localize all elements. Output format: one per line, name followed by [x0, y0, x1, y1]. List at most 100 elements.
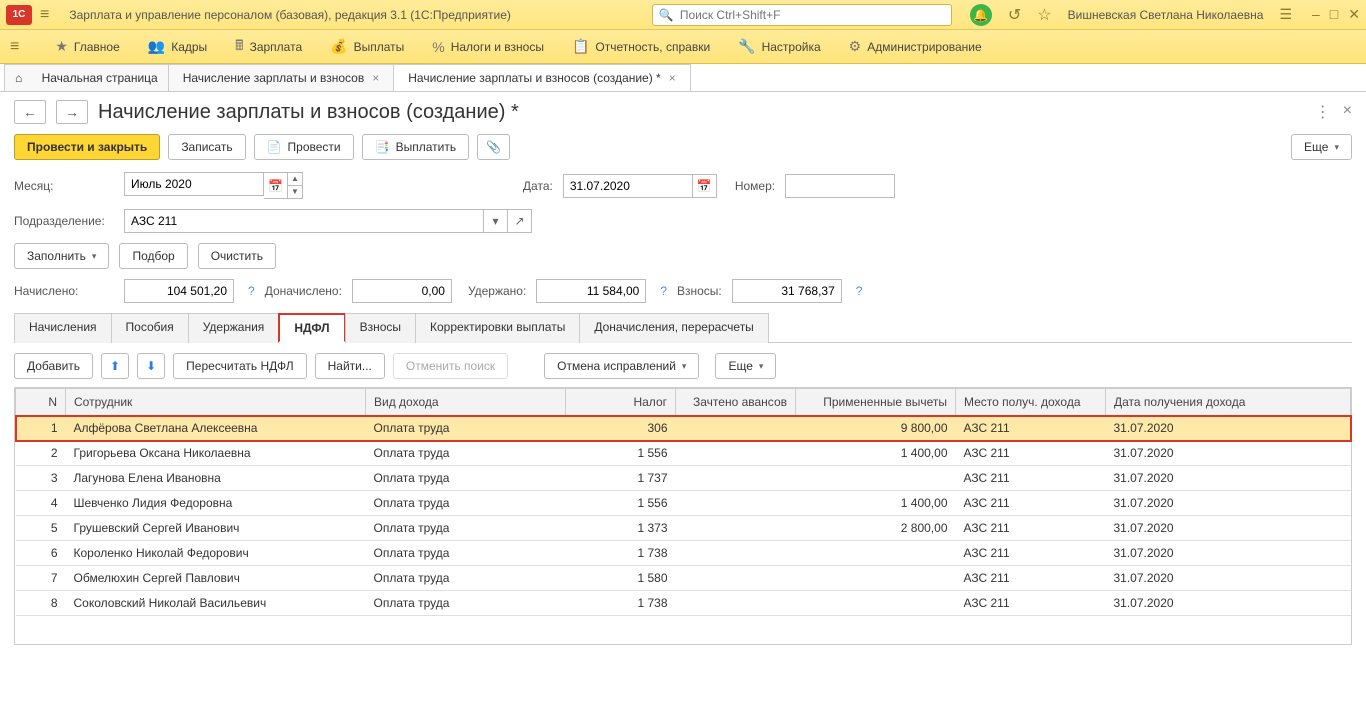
open-ref-icon[interactable]: ↗ [508, 209, 532, 233]
help-icon[interactable]: ? [248, 284, 255, 298]
tab-ndfl[interactable]: НДФЛ [278, 313, 345, 343]
tab-pay-corrections[interactable]: Корректировки выплаты [415, 313, 580, 343]
tab-deductions[interactable]: Удержания [188, 313, 280, 343]
month-stepper[interactable]: ▲▼ [288, 172, 303, 199]
doc-title: Начисление зарплаты и взносов (создание)… [98, 101, 1305, 124]
number-input[interactable] [785, 174, 895, 198]
more-menu-icon[interactable]: ⋮ [1315, 102, 1331, 122]
cell-income-type: Оплата труда [366, 566, 566, 591]
select-button[interactable]: Подбор [119, 243, 187, 269]
find-button[interactable]: Найти... [315, 353, 385, 379]
menu-hr[interactable]: 👥Кадры [148, 38, 207, 55]
user-name[interactable]: Вишневская Светлана Николаевна [1068, 8, 1264, 22]
menu-payments[interactable]: 💰Выплаты [330, 38, 404, 55]
col-income-date[interactable]: Дата получения дохода [1106, 389, 1351, 416]
cell-place: АЗС 211 [956, 566, 1106, 591]
table-more-button[interactable]: Еще▾ [715, 353, 776, 379]
cell-advance [676, 566, 796, 591]
filter-icon[interactable]: ☰ [1279, 6, 1292, 23]
tab-contrib[interactable]: Взносы [345, 313, 416, 343]
table-row[interactable]: 6Короленко Николай ФедоровичОплата труда… [16, 541, 1351, 566]
caret-down-icon: ▾ [759, 361, 764, 372]
col-employee[interactable]: Сотрудник [66, 389, 366, 416]
menu-reports[interactable]: 📋Отчетность, справки [572, 38, 710, 55]
tab-accruals[interactable]: Начисления [14, 313, 112, 343]
col-deductions[interactable]: Примененные вычеты [796, 389, 956, 416]
help-icon[interactable]: ? [660, 284, 667, 298]
col-income-type[interactable]: Вид дохода [366, 389, 566, 416]
table-row[interactable]: 7Обмелюхин Сергей ПавловичОплата труда1 … [16, 566, 1351, 591]
people-icon: 👥 [148, 38, 165, 55]
menu-salary[interactable]: 🖩Зарплата [235, 35, 302, 59]
help-icon[interactable]: ? [856, 284, 863, 298]
write-button[interactable]: Записать [168, 134, 245, 160]
bell-icon[interactable]: 🔔 [970, 4, 992, 26]
down-icon[interactable]: ▼ [288, 186, 302, 198]
add-accrued-field[interactable] [352, 279, 452, 303]
menu-admin[interactable]: ⚙Администрирование [849, 38, 982, 55]
maximize-icon[interactable]: □ [1330, 6, 1338, 23]
date-input[interactable] [563, 174, 693, 198]
move-down-button[interactable]: ⬇ [137, 353, 165, 379]
fill-button[interactable]: Заполнить▾ [14, 243, 109, 269]
post-icon: 📄 [267, 140, 282, 154]
table-row[interactable]: 4Шевченко Лидия ФедоровнаОплата труда1 5… [16, 491, 1351, 516]
move-up-button[interactable]: ⬆ [101, 353, 129, 379]
table-row[interactable]: 5Грушевский Сергей ИвановичОплата труда1… [16, 516, 1351, 541]
col-tax[interactable]: Налог [566, 389, 676, 416]
up-icon[interactable]: ▲ [288, 173, 302, 186]
table-row[interactable]: 8Соколовский Николай ВасильевичОплата тр… [16, 591, 1351, 616]
star-icon[interactable]: ☆ [1037, 5, 1051, 25]
cell-date: 31.07.2020 [1106, 591, 1351, 616]
nav-back-button[interactable]: ← [14, 100, 46, 124]
tab-close-icon[interactable]: × [669, 71, 676, 85]
global-search[interactable]: 🔍 [652, 4, 952, 26]
tab-doc-2[interactable]: Начисление зарплаты и взносов (создание)… [393, 64, 690, 91]
cell-n: 5 [16, 516, 66, 541]
col-advance[interactable]: Зачтено авансов [676, 389, 796, 416]
doc-close-icon[interactable]: × [1343, 102, 1352, 122]
menu-taxes[interactable]: %Налоги и взносы [432, 39, 544, 55]
cancel-fix-button[interactable]: Отмена исправлений▾ [544, 353, 699, 379]
cell-n: 3 [16, 466, 66, 491]
table-row[interactable]: 1Алфёрова Светлана АлексеевнаОплата труд… [16, 416, 1351, 441]
calendar-icon[interactable]: 📅 [264, 172, 288, 199]
caret-down-icon: ▾ [92, 251, 97, 262]
month-input[interactable] [124, 172, 264, 196]
dept-input[interactable] [124, 209, 484, 233]
contrib-field[interactable] [732, 279, 842, 303]
minimize-icon[interactable]: – [1312, 6, 1320, 23]
cell-place: АЗС 211 [956, 466, 1106, 491]
cell-deductions: 1 400,00 [796, 441, 956, 466]
clear-button[interactable]: Очистить [198, 243, 276, 269]
add-button[interactable]: Добавить [14, 353, 93, 379]
close-icon[interactable]: ✕ [1348, 6, 1360, 23]
nav-forward-button[interactable]: → [56, 100, 88, 124]
tab-benefits[interactable]: Пособия [111, 313, 189, 343]
col-income-place[interactable]: Место получ. дохода [956, 389, 1106, 416]
table-row[interactable]: 2Григорьева Оксана НиколаевнаОплата труд… [16, 441, 1351, 466]
menu-burger-icon[interactable]: ≡ [10, 38, 19, 56]
hamburger-icon[interactable]: ≡ [40, 6, 49, 24]
tab-close-icon[interactable]: × [372, 71, 379, 85]
table-row[interactable]: 3Лагунова Елена ИвановнаОплата труда1 73… [16, 466, 1351, 491]
cell-date: 31.07.2020 [1106, 441, 1351, 466]
attach-button[interactable]: 📎 [477, 134, 510, 160]
post-and-close-button[interactable]: Провести и закрыть [14, 134, 160, 160]
tab-doc-1[interactable]: Начисление зарплаты и взносов× [168, 64, 395, 91]
pay-button[interactable]: 📑Выплатить [362, 134, 469, 160]
tab-recalcs[interactable]: Доначисления, перерасчеты [579, 313, 768, 343]
menu-main[interactable]: ★Главное [55, 38, 119, 55]
accrued-field[interactable] [124, 279, 234, 303]
tab-start-page[interactable]: ⌂ Начальная страница [4, 64, 169, 91]
search-input[interactable] [680, 8, 945, 22]
dropdown-icon[interactable]: ▾ [484, 209, 508, 233]
calendar-icon[interactable]: 📅 [693, 174, 717, 198]
more-button[interactable]: Еще▾ [1291, 134, 1352, 160]
post-button[interactable]: 📄Провести [254, 134, 354, 160]
recalc-ndfl-button[interactable]: Пересчитать НДФЛ [173, 353, 306, 379]
withheld-field[interactable] [536, 279, 646, 303]
menu-setup[interactable]: 🔧Настройка [738, 38, 821, 55]
col-n[interactable]: N [16, 389, 66, 416]
history-icon[interactable]: ↺ [1008, 5, 1021, 25]
